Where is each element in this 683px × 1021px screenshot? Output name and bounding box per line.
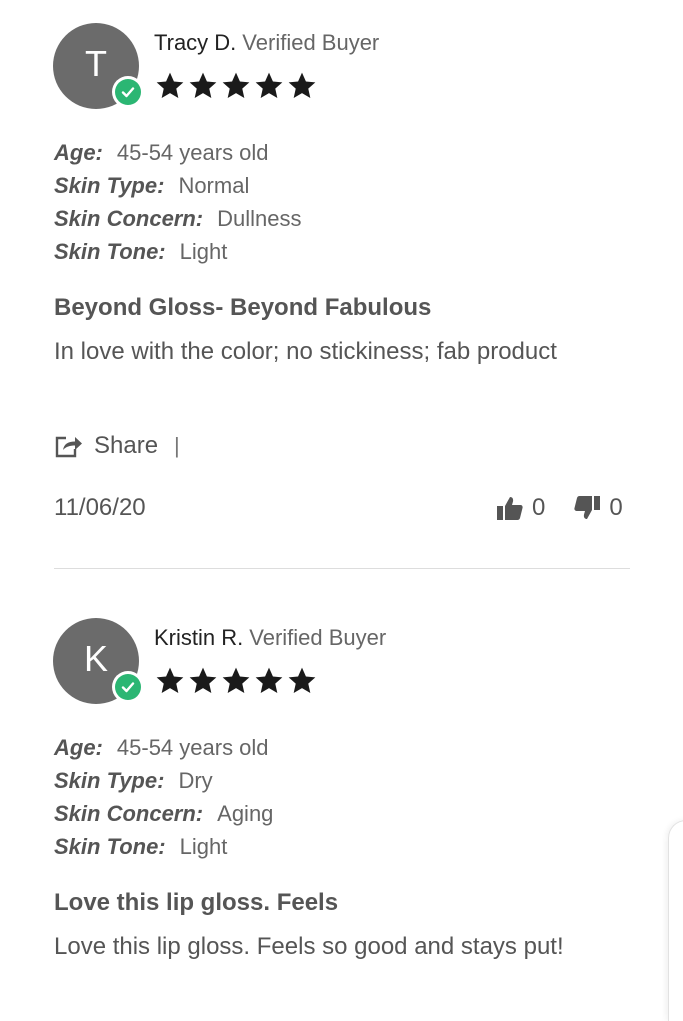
- attr-label: Age:: [54, 140, 103, 165]
- attr-label: Skin Type:: [54, 768, 165, 793]
- star-icon: [255, 667, 283, 693]
- attr-value: Aging: [217, 801, 274, 826]
- reviewer-name: Kristin R.: [154, 625, 244, 650]
- attr-age: Age: 45-54 years old: [54, 731, 273, 764]
- thumbs-up-icon: [497, 497, 523, 520]
- star-icon: [222, 667, 250, 693]
- verified-check-icon: [112, 671, 144, 703]
- review-body: Love this lip gloss. Feels so good and s…: [54, 933, 564, 960]
- attr-value: 45-54 years old: [116, 140, 269, 165]
- star-icon: [189, 72, 217, 98]
- attr-value: 45-54 years old: [116, 735, 269, 760]
- review-title: Beyond Gloss- Beyond Fabulous: [54, 294, 432, 321]
- thumbs-down-icon: [574, 496, 601, 519]
- verified-check-icon: [112, 76, 144, 108]
- attr-value: Light: [179, 834, 228, 859]
- attr-value: Normal: [178, 173, 250, 198]
- star-icon: [156, 72, 184, 98]
- helpfulness-votes: 0 0: [496, 494, 623, 522]
- reviewer-attributes: Age: 45-54 years old Skin Type: Dry Skin C…: [54, 731, 273, 863]
- review-body: In love with the color; no stickiness; f…: [54, 338, 557, 365]
- not-helpful-button[interactable]: 0: [573, 494, 623, 522]
- verified-label: Verified Buyer: [249, 625, 387, 650]
- reviewer-name: Tracy D.: [154, 30, 237, 55]
- attr-label: Skin Type:: [54, 173, 165, 198]
- attr-label: Skin Concern:: [54, 206, 204, 231]
- attr-skin-concern: Skin Concern: Dullness: [54, 202, 302, 235]
- attr-age: Age: 45-54 years old: [54, 136, 302, 169]
- star-icon: [222, 72, 250, 98]
- share-icon: [55, 436, 82, 458]
- attr-skin-tone: Skin Tone: Light: [54, 830, 273, 863]
- attr-value: Dry: [178, 768, 213, 793]
- attr-label: Skin Concern:: [54, 801, 204, 826]
- attr-label: Skin Tone:: [54, 239, 166, 264]
- star-icon: [255, 72, 283, 98]
- attr-skin-tone: Skin Tone: Light: [54, 235, 302, 268]
- review-divider: [54, 568, 630, 569]
- share-button[interactable]: Share |: [54, 432, 180, 460]
- attr-value: Dullness: [217, 206, 302, 231]
- star-icon: [288, 72, 316, 98]
- review-date: 11/06/20: [54, 494, 146, 521]
- star-icon: [189, 667, 217, 693]
- helpful-button[interactable]: 0: [496, 494, 545, 522]
- reviewer-attributes: Age: 45-54 years old Skin Type: Normal Ski…: [54, 136, 302, 268]
- share-label: Share: [94, 432, 159, 459]
- star-icon: [156, 667, 184, 693]
- attr-value: Light: [179, 239, 228, 264]
- attr-skin-type: Skin Type: Normal: [54, 169, 302, 202]
- reviewer-info: Kristin R. Verified Buyer: [154, 625, 386, 651]
- attr-label: Skin Tone:: [54, 834, 166, 859]
- share-separator: |: [174, 433, 180, 458]
- helpful-count: 0: [532, 494, 546, 521]
- attr-skin-type: Skin Type: Dry: [54, 764, 273, 797]
- overlay-panel-edge: [668, 820, 683, 1021]
- reviewer-info: Tracy D. Verified Buyer: [154, 30, 379, 56]
- attr-label: Age:: [54, 735, 103, 760]
- attr-skin-concern: Skin Concern: Aging: [54, 797, 273, 830]
- review-title: Love this lip gloss. Feels: [54, 889, 339, 916]
- star-rating: [154, 70, 318, 102]
- star-icon: [288, 667, 316, 693]
- verified-label: Verified Buyer: [242, 30, 380, 55]
- not-helpful-count: 0: [609, 494, 623, 521]
- star-rating: [154, 665, 318, 697]
